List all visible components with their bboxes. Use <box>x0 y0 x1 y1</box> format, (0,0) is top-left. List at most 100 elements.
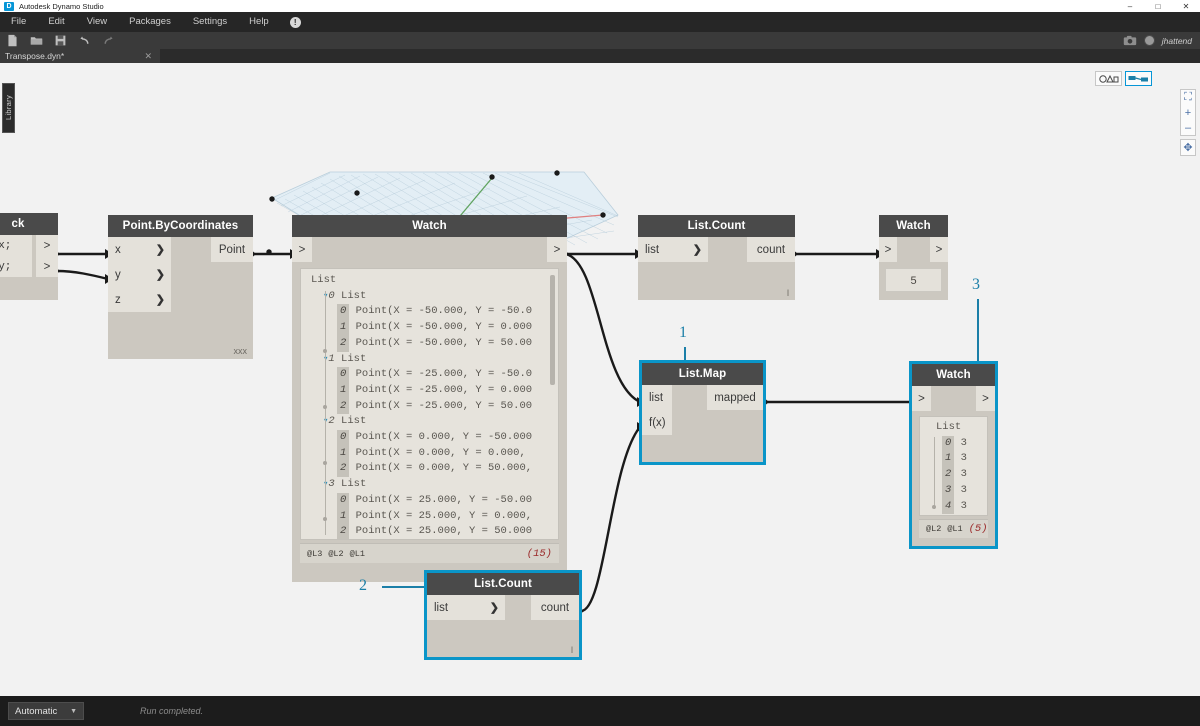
port-out-point[interactable]: Point <box>211 237 253 262</box>
level-l1[interactable]: @L1 <box>350 549 365 559</box>
code-line-1[interactable]: #Nx; <box>0 235 32 256</box>
node-title: Watch <box>292 215 567 237</box>
item-index: 0 <box>337 304 349 320</box>
zoom-in-button[interactable]: + <box>1181 105 1195 120</box>
port-out-watch[interactable]: > <box>976 386 995 411</box>
code-out-port-2[interactable]: > <box>36 256 58 277</box>
node-list-count-bottom[interactable]: List.Count list ❯ count l <box>427 573 579 657</box>
undo-icon[interactable] <box>78 34 91 47</box>
redo-icon[interactable] <box>102 34 115 47</box>
watch-footer: @L2 @L1 (5) <box>919 519 988 538</box>
node-list-map[interactable]: List.Map list mapped f(x) <box>642 363 763 462</box>
watch-root-label: List <box>920 420 987 436</box>
watch-value: 5 <box>885 268 942 292</box>
watch-list-view[interactable]: List 0 3 1 3 2 3 3 3 4 3 <box>919 416 988 516</box>
item-value: Point(X = 0.000, Y = 50.000, <box>356 462 532 474</box>
zoom-controls: ⛶ + – <box>1180 89 1196 136</box>
node-list-count-top[interactable]: List.Count list ❯ count l <box>638 215 795 300</box>
title-bar: D Autodesk Dynamo Studio – □ ✕ <box>0 0 1200 12</box>
level-l3[interactable]: @L3 <box>307 549 322 559</box>
group-index: 2 <box>328 415 334 427</box>
port-in-watch[interactable]: > <box>912 386 931 411</box>
account-name[interactable]: jhattend <box>1162 36 1192 46</box>
close-button[interactable]: ✕ <box>1172 0 1200 12</box>
menu-item-edit[interactable]: Edit <box>37 12 75 32</box>
item-value: Point(X = -50.000, Y = -50.0 <box>356 305 532 317</box>
item-index: 0 <box>942 436 954 452</box>
watch-scrollbar[interactable] <box>550 275 555 385</box>
zoom-out-button[interactable]: – <box>1181 120 1195 135</box>
zoom-fit-button[interactable]: ⛶ <box>1181 90 1195 105</box>
watch-list-view[interactable]: List ▾0 List 0 Point(X = -50.000, Y = -5… <box>300 268 559 540</box>
alert-icon[interactable]: ! <box>290 17 301 28</box>
geometry-view-icon[interactable] <box>1095 71 1122 86</box>
sidebar-item-library[interactable]: Library <box>2 83 15 133</box>
chevron-right-icon: ❯ <box>156 293 165 306</box>
port-in-list[interactable]: list <box>642 385 672 410</box>
maximize-button[interactable]: □ <box>1144 0 1172 12</box>
node-title: List.Map <box>642 363 763 385</box>
tab-strip: Transpose.dyn* ✕ <box>0 49 1200 63</box>
port-in-y[interactable]: y ❯ <box>108 262 171 287</box>
port-out-count[interactable]: count <box>747 237 795 262</box>
port-out-watch[interactable]: > <box>930 237 948 262</box>
node-point-bycoordinates[interactable]: Point.ByCoordinates x ❯ Point y ❯ <box>108 215 253 359</box>
port-in-z[interactable]: z ❯ <box>108 287 171 312</box>
node-watch-mapped[interactable]: Watch > > List 0 3 1 3 2 3 3 3 4 3 <box>912 364 995 546</box>
menu-item-view[interactable]: View <box>76 12 118 32</box>
run-mode-select[interactable]: Automatic ▼ <box>8 702 84 720</box>
port-out-mapped[interactable]: mapped <box>707 385 763 410</box>
port-in-list[interactable]: list ❯ <box>427 595 505 620</box>
port-out-count[interactable]: count <box>531 595 579 620</box>
node-footer: l <box>571 645 579 655</box>
level-l2[interactable]: @L2 <box>328 549 343 559</box>
port-out-watch[interactable]: > <box>547 237 567 262</box>
watch-footer: @L3 @L2 @L1 (15) <box>300 543 559 563</box>
item-index: 1 <box>942 451 954 467</box>
item-value: Point(X = 25.000, Y = 50.000 <box>356 525 532 537</box>
pan-button[interactable]: ✥ <box>1180 139 1196 156</box>
new-file-icon[interactable] <box>6 34 19 47</box>
level-l1[interactable]: @L1 <box>947 524 962 534</box>
menu-item-settings[interactable]: Settings <box>182 12 238 32</box>
group-label: List <box>341 353 366 365</box>
menu-item-packages[interactable]: Packages <box>118 12 182 32</box>
camera-icon[interactable] <box>1123 35 1137 46</box>
item-value: 3 <box>961 468 967 480</box>
minimize-button[interactable]: – <box>1116 0 1144 12</box>
open-folder-icon[interactable] <box>30 34 43 47</box>
item-value: Point(X = 25.000, Y = 0.000, <box>356 510 532 522</box>
callout-1: 1 <box>679 324 687 342</box>
node-code-block[interactable]: ck #Nx; > #Ny; > <box>0 213 58 300</box>
app-title: Autodesk Dynamo Studio <box>19 2 104 11</box>
menu-item-help[interactable]: Help <box>238 12 280 32</box>
node-watch-main[interactable]: Watch > > List ▾0 List 0 Point(X = -50.0… <box>292 215 567 582</box>
port-in-x[interactable]: x ❯ <box>108 237 171 262</box>
menu-item-file[interactable]: File <box>0 12 37 32</box>
port-in-watch[interactable]: > <box>879 237 897 262</box>
level-l2[interactable]: @L2 <box>926 524 941 534</box>
background-3d-preview <box>0 63 1200 696</box>
node-title: Point.ByCoordinates <box>108 215 253 237</box>
tab-transpose[interactable]: Transpose.dyn* ✕ <box>0 49 160 63</box>
port-in-watch[interactable]: > <box>292 237 312 262</box>
port-in-fx[interactable]: f(x) <box>642 410 672 435</box>
watch-root-label: List <box>301 273 558 289</box>
chevron-down-icon: ▼ <box>70 708 77 715</box>
graph-view-icon[interactable] <box>1125 71 1152 86</box>
node-title: ck <box>0 213 58 235</box>
node-watch-count[interactable]: Watch > > 5 <box>879 215 948 300</box>
chevron-right-icon: ❯ <box>156 243 165 256</box>
port-label: list <box>649 392 663 404</box>
node-title: List.Count <box>427 573 579 595</box>
code-out-port-1[interactable]: > <box>36 235 58 256</box>
port-label: list <box>645 244 659 256</box>
tab-close-icon[interactable]: ✕ <box>144 51 152 62</box>
avatar[interactable] <box>1144 35 1155 46</box>
graph-canvas[interactable]: › Library ⛶ + – <box>0 63 1200 696</box>
port-in-list[interactable]: list ❯ <box>638 237 708 262</box>
code-line-2[interactable]: #Ny; <box>0 256 32 277</box>
item-value: Point(X = 25.000, Y = -50.00 <box>356 494 532 506</box>
chevron-right-icon: ❯ <box>693 243 702 256</box>
save-icon[interactable] <box>54 34 67 47</box>
